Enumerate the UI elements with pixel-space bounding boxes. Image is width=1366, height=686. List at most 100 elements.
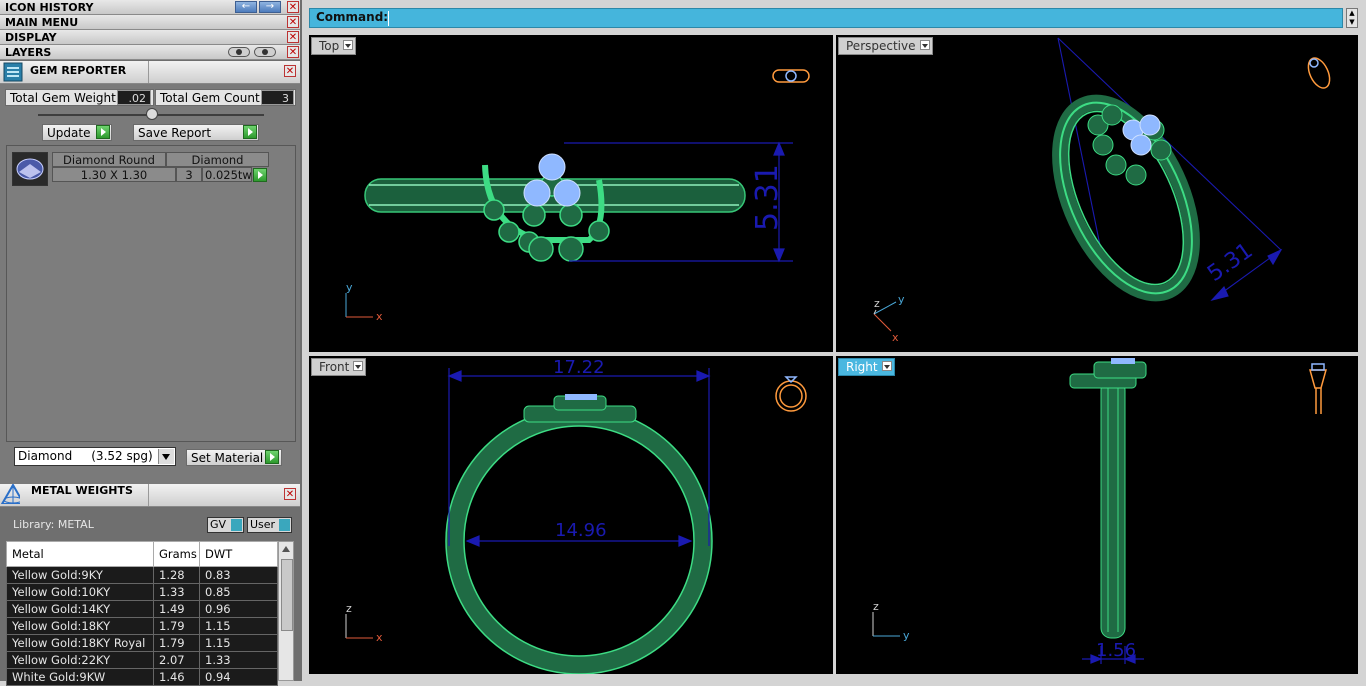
metal-weights-icon (0, 484, 20, 504)
slider-handle[interactable] (146, 108, 158, 120)
metal-name-cell: Yellow Gold:18KY (6, 617, 154, 635)
chevron-down-icon[interactable] (919, 40, 930, 50)
scrollbar-thumb[interactable] (281, 559, 293, 631)
axis-y-label: y (903, 629, 910, 642)
axis-indicator: z y x (873, 293, 905, 344)
history-forward-button[interactable]: → (259, 1, 281, 13)
viewport-perspective-menu[interactable]: Perspective (838, 37, 933, 55)
viewport-front-label: Front (319, 360, 350, 374)
viewport-perspective[interactable]: 5.31 z y x Perspective (836, 35, 1358, 352)
gem-list: Diamond Round Diamond 1.30 X 1.30 3 0.02… (6, 145, 296, 442)
axis-z-label: z (873, 600, 879, 613)
command-history-spinner[interactable]: ▲ ▼ (1346, 8, 1358, 28)
table-row[interactable]: Yellow Gold:18KY 1.79 1.15 (6, 617, 278, 635)
command-bar[interactable]: Command: (309, 8, 1343, 28)
chevron-down-icon[interactable] (343, 40, 354, 50)
axis-z-label: z (874, 297, 880, 310)
table-row[interactable]: Yellow Gold:18KY Royal 1.79 1.15 (6, 634, 278, 652)
column-header-metal[interactable]: Metal (6, 541, 154, 567)
save-report-button-label: Save Report (138, 126, 212, 140)
left-panel: ICON HISTORY ← → ✕ MAIN MENU ✕ DISPLAY ✕… (0, 0, 302, 686)
metal-table-scrollbar[interactable] (278, 541, 294, 681)
gem-reporter-header: GEM REPORTER (0, 61, 300, 84)
play-icon[interactable] (253, 168, 267, 182)
close-icon[interactable]: ✕ (287, 31, 299, 43)
table-header-row: Metal Grams DWT (6, 541, 278, 567)
grams-cell: 1.46 (153, 668, 200, 686)
gem-size-cell: 1.30 X 1.30 (52, 167, 176, 182)
eye-icon[interactable] (254, 47, 276, 57)
viewport-right[interactable]: 1.56 z y Right (836, 356, 1358, 674)
gem-reporter-icon (3, 62, 23, 82)
axis-y-label: y (346, 281, 353, 294)
play-icon[interactable] (96, 125, 110, 139)
viewport-top[interactable]: 5.31 y x Top (309, 35, 833, 352)
ring-thumbnail-icon (775, 376, 807, 412)
column-header-grams[interactable]: Grams (153, 541, 200, 567)
gem-weight-cell: 0.025tw (202, 167, 252, 182)
table-row[interactable]: Yellow Gold:10KY 1.33 0.85 (6, 583, 278, 601)
metal-weights-header: METAL WEIGHTS (0, 484, 300, 507)
axis-x-label: x (892, 331, 899, 344)
dimension-label: 5.31 (750, 164, 785, 231)
material-select[interactable]: Diamond (3.52 spg) (14, 447, 176, 466)
ring-thumbnail-icon (1309, 363, 1327, 414)
material-select-value: Diamond (3.52 spg) (18, 449, 153, 463)
history-back-button[interactable]: ← (235, 1, 257, 13)
close-icon[interactable]: ✕ (287, 46, 299, 58)
menu-display[interactable]: DISPLAY (0, 30, 300, 45)
menu-layers-label: LAYERS (5, 46, 52, 59)
axis-y-label: y (898, 293, 905, 306)
update-button-label: Update (47, 126, 91, 140)
menu-main-menu-label: MAIN MENU (5, 16, 79, 29)
dwt-cell: 1.33 (199, 651, 278, 669)
save-report-button[interactable]: Save Report (133, 124, 259, 141)
table-row[interactable]: White Gold:9KW 1.46 0.94 (6, 668, 278, 686)
total-gem-count-value: 3 (261, 90, 294, 105)
menu-main-menu[interactable]: MAIN MENU (0, 15, 300, 30)
metal-name-cell: Yellow Gold:22KY (6, 651, 154, 669)
close-icon[interactable]: ✕ (287, 1, 299, 13)
metal-name-cell: White Gold:9KW (6, 668, 154, 686)
axis-indicator: z y (872, 600, 910, 642)
gem-material-cell: Diamond (166, 152, 269, 167)
scroll-up-icon[interactable] (282, 546, 290, 552)
viewport-top-menu[interactable]: Top (311, 37, 357, 55)
metal-weights-table: Metal Grams DWT Yellow Gold:9KY 1.28 0.83 … (6, 541, 278, 686)
metal-name-cell: Yellow Gold:14KY (6, 600, 154, 618)
play-icon[interactable] (265, 450, 279, 464)
grams-cell: 1.79 (153, 634, 200, 652)
viewport-top-label: Top (319, 39, 340, 53)
layer-hide-icon[interactable] (228, 47, 250, 57)
dwt-cell: 1.15 (199, 617, 278, 635)
grams-cell: 1.28 (153, 566, 200, 584)
close-icon[interactable]: ✕ (287, 16, 299, 28)
close-icon[interactable]: ✕ (284, 65, 296, 77)
gv-toggle[interactable]: GV (207, 517, 244, 533)
chevron-down-icon[interactable] (158, 449, 174, 464)
user-toggle[interactable]: User (247, 517, 292, 533)
viewport-right-label: Right (846, 360, 878, 374)
viewport-front-menu[interactable]: Front (311, 358, 367, 376)
chevron-down-icon[interactable] (353, 361, 364, 371)
table-row[interactable]: Yellow Gold:9KY 1.28 0.83 (6, 566, 278, 584)
ring-thumbnail-icon (1307, 57, 1331, 89)
metal-weights-title: METAL WEIGHTS (31, 484, 133, 497)
ring-front-view: 17.22 14.96 z x (345, 357, 807, 674)
viewport-right-menu[interactable]: Right (838, 358, 895, 376)
play-icon[interactable] (243, 125, 257, 139)
set-material-button-label: Set Material (191, 451, 264, 465)
ring-top-view: 5.31 y x (345, 69, 810, 323)
grams-cell: 1.79 (153, 617, 200, 635)
table-row[interactable]: Yellow Gold:14KY 1.49 0.96 (6, 600, 278, 618)
dwt-cell: 0.94 (199, 668, 278, 686)
axis-indicator: z x (345, 602, 383, 644)
viewport-front[interactable]: 17.22 14.96 z x Front (309, 356, 833, 674)
chevron-down-icon[interactable] (881, 361, 892, 371)
column-header-dwt[interactable]: DWT (199, 541, 278, 567)
menu-display-label: DISPLAY (5, 31, 57, 44)
table-row[interactable]: Yellow Gold:22KY 2.07 1.33 (6, 651, 278, 669)
close-icon[interactable]: ✕ (284, 488, 296, 500)
metal-name-cell: Yellow Gold:10KY (6, 583, 154, 601)
gem-count-cell: 3 (176, 167, 202, 182)
